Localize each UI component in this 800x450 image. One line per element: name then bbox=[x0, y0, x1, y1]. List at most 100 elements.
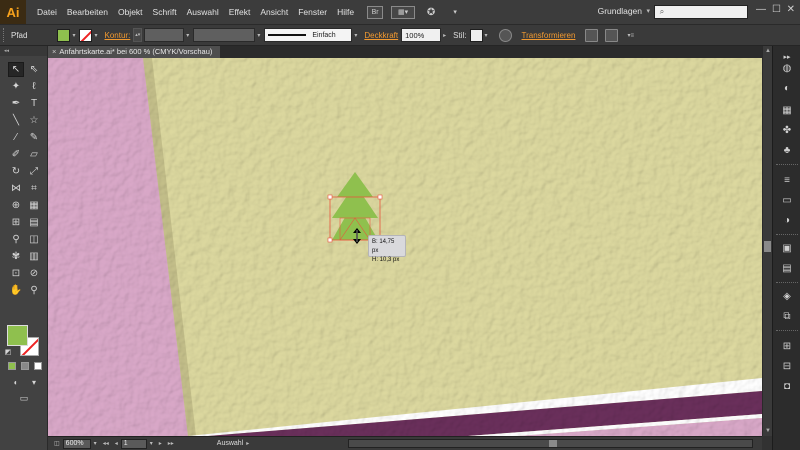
transform-panel-icon[interactable]: ⊞ bbox=[779, 340, 795, 353]
blob-brush-tool-icon[interactable]: ✐ bbox=[8, 147, 24, 162]
artboard-nav-icon[interactable]: ◫ bbox=[54, 440, 60, 447]
eraser-tool-icon[interactable]: ▱ bbox=[26, 147, 42, 162]
lasso-tool-icon[interactable]: ℓ bbox=[26, 79, 42, 94]
next-artboard-icon[interactable]: ▸ bbox=[159, 440, 162, 447]
selection-handle[interactable] bbox=[327, 237, 333, 243]
chevron-down-icon[interactable]: ▾ bbox=[257, 32, 260, 39]
panel-menu-icon[interactable]: ▾≡ bbox=[627, 32, 634, 39]
shape-builder-tool-icon[interactable]: ⊕ bbox=[8, 198, 24, 213]
vertical-scrollbar[interactable]: ▲ ▼ bbox=[762, 46, 772, 436]
chevron-right-icon[interactable]: ▸ bbox=[443, 32, 446, 39]
search-input[interactable] bbox=[669, 6, 745, 18]
menu-datei[interactable]: Datei bbox=[32, 0, 62, 24]
chevron-down-icon[interactable]: ▾ bbox=[72, 32, 75, 39]
slice-tool-icon[interactable]: ⊘ bbox=[26, 266, 42, 281]
symbol-sprayer-tool-icon[interactable]: ✾ bbox=[8, 249, 24, 264]
color-panel-icon[interactable]: ◐ bbox=[779, 82, 795, 95]
color-guide-icon[interactable]: ◍ bbox=[779, 62, 795, 75]
close-icon[interactable]: ✕ bbox=[787, 4, 795, 15]
menu-objekt[interactable]: Objekt bbox=[113, 0, 148, 24]
menu-schrift[interactable]: Schrift bbox=[148, 0, 182, 24]
stroke-panel-icon[interactable]: ≡ bbox=[779, 174, 795, 187]
star-tool-icon[interactable]: ☆ bbox=[26, 113, 42, 128]
rotate-tool-icon[interactable]: ↻ bbox=[8, 164, 24, 179]
pen-tool-icon[interactable]: ✒ bbox=[8, 96, 24, 111]
mesh-tool-icon[interactable]: ⊞ bbox=[8, 215, 24, 230]
workspace-switcher[interactable]: Grundlagen bbox=[598, 6, 642, 16]
menu-bearbeiten[interactable]: Bearbeiten bbox=[62, 0, 113, 24]
appearance-panel-icon[interactable]: ▣ bbox=[779, 242, 795, 255]
gradient-panel-icon[interactable]: ▭ bbox=[779, 194, 795, 207]
symbols-panel-icon[interactable]: ♣ bbox=[779, 144, 795, 157]
magic-wand-tool-icon[interactable]: ✦ bbox=[8, 79, 24, 94]
eyedropper-tool-icon[interactable]: ⚲ bbox=[8, 232, 24, 247]
line-tool-icon[interactable]: ╲ bbox=[8, 113, 24, 128]
direct-selection-tool-icon[interactable]: ⇖ bbox=[26, 62, 42, 77]
fill-swatch[interactable] bbox=[7, 325, 28, 346]
menu-hilfe[interactable]: Hilfe bbox=[332, 0, 359, 24]
panel-collapse-icon[interactable]: ◂◂ bbox=[0, 46, 47, 56]
transform-label[interactable]: Transformieren bbox=[522, 31, 576, 40]
stroke-label[interactable]: Kontur: bbox=[105, 31, 131, 40]
blend-tool-icon[interactable]: ◫ bbox=[26, 232, 42, 247]
brush-definition-field[interactable]: Einfach bbox=[264, 28, 353, 42]
chevron-down-icon[interactable]: ▾ bbox=[150, 440, 153, 447]
none-mode-icon[interactable] bbox=[34, 362, 42, 370]
gpu-dropdown-icon[interactable]: ▾ bbox=[447, 6, 463, 19]
horizontal-scroll-thumb[interactable] bbox=[549, 440, 557, 447]
gradient-tool-icon[interactable]: ▤ bbox=[26, 215, 42, 230]
color-mode-icon[interactable] bbox=[8, 362, 16, 370]
width-tool-icon[interactable]: ⋈ bbox=[8, 181, 24, 196]
horizontal-scrollbar[interactable] bbox=[348, 439, 753, 448]
selection-handle[interactable] bbox=[377, 194, 383, 200]
default-colors-icon[interactable]: ◩ bbox=[3, 344, 13, 359]
gradient-mode-icon[interactable] bbox=[21, 362, 29, 370]
fill-color-swatch[interactable] bbox=[57, 28, 71, 42]
menu-fenster[interactable]: Fenster bbox=[293, 0, 332, 24]
status-menu-icon[interactable]: ▸ bbox=[246, 440, 249, 447]
pencil-tool-icon[interactable]: ✎ bbox=[26, 130, 42, 145]
search-field[interactable]: ⌕ bbox=[654, 5, 748, 19]
artboard-canvas[interactable]: B: 14,75 px H: 10,3 px bbox=[48, 58, 762, 436]
document-tab[interactable]: × Anfahrtskarte.ai* bei 600 % (CMYK/Vorsc… bbox=[48, 46, 221, 58]
selection-tool-icon[interactable]: ↖ bbox=[8, 62, 24, 77]
pathfinder-panel-icon[interactable]: ◘ bbox=[779, 380, 795, 393]
close-icon[interactable]: × bbox=[52, 47, 56, 56]
swatches-panel-icon[interactable]: ▦ bbox=[779, 104, 795, 117]
artboard-tool-icon[interactable]: ⊡ bbox=[8, 266, 24, 281]
arrange-documents-button[interactable]: ▦▾ bbox=[391, 5, 416, 19]
free-transform-tool-icon[interactable]: ⌗ bbox=[26, 181, 42, 196]
bridge-button[interactable]: Br bbox=[367, 5, 384, 19]
brushes-panel-icon[interactable]: ✤ bbox=[779, 124, 795, 137]
stroke-weight-stepper[interactable]: ▴▾ bbox=[133, 28, 143, 42]
recolor-artwork-icon[interactable] bbox=[498, 28, 512, 42]
artboards-panel-icon[interactable]: ⧉ bbox=[779, 310, 795, 323]
variable-width-field[interactable] bbox=[193, 28, 256, 42]
hand-tool-icon[interactable]: ✋ bbox=[8, 283, 24, 298]
stroke-weight-field[interactable] bbox=[144, 28, 185, 42]
menu-effekt[interactable]: Effekt bbox=[224, 0, 256, 24]
graphic-style-swatch[interactable] bbox=[469, 28, 483, 42]
layers-panel-icon[interactable]: ◈ bbox=[779, 290, 795, 303]
previous-artboard-icon[interactable]: ◂ bbox=[115, 440, 118, 447]
last-artboard-icon[interactable]: ▸▸ bbox=[168, 440, 174, 447]
stroke-color-swatch[interactable] bbox=[79, 28, 93, 42]
chevron-down-icon[interactable]: ▾ bbox=[646, 7, 650, 15]
draw-behind-icon[interactable]: ▾ bbox=[26, 375, 42, 390]
isolate-icon[interactable] bbox=[585, 28, 599, 42]
align-panel-icon[interactable]: ⊟ bbox=[779, 360, 795, 373]
menu-auswahl[interactable]: Auswahl bbox=[182, 0, 224, 24]
paintbrush-tool-icon[interactable]: ⁄ bbox=[8, 130, 24, 145]
vertical-scroll-thumb[interactable] bbox=[764, 241, 771, 252]
artboard-number-field[interactable]: 1 bbox=[120, 438, 147, 449]
draw-normal-icon[interactable]: ◐ bbox=[8, 375, 24, 390]
align-icon[interactable] bbox=[605, 28, 619, 42]
chevron-down-icon[interactable]: ▾ bbox=[186, 32, 189, 39]
scale-tool-icon[interactable]: ⤢ bbox=[26, 164, 42, 179]
menu-ansicht[interactable]: Ansicht bbox=[255, 0, 293, 24]
zoom-tool-icon[interactable]: ⚲ bbox=[26, 283, 42, 298]
column-graph-tool-icon[interactable]: ▥ bbox=[26, 249, 42, 264]
scroll-up-icon[interactable]: ▲ bbox=[765, 48, 771, 54]
chevron-down-icon[interactable]: ▾ bbox=[94, 440, 97, 447]
gpu-icon[interactable]: ✪ bbox=[423, 6, 439, 19]
